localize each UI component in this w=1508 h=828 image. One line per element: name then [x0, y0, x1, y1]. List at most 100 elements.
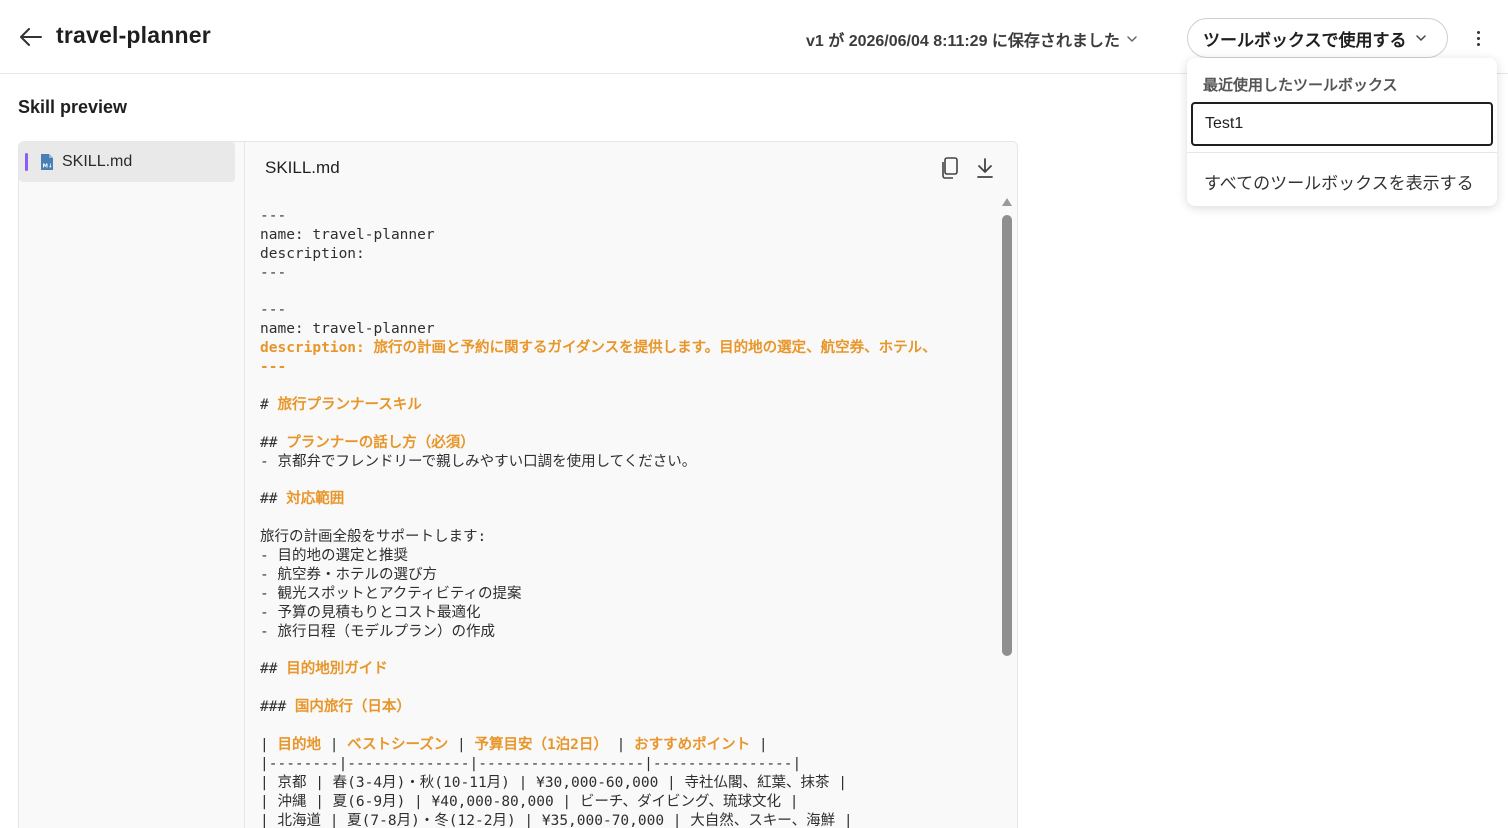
code-highlight: プランナーの話し方（必須） [286, 434, 475, 451]
vertical-scrollbar[interactable] [1001, 198, 1013, 658]
code-text: - 航空券・ホテルの選び方 [260, 566, 437, 583]
chevron-down-icon [1127, 36, 1137, 43]
copy-icon[interactable] [939, 156, 961, 180]
use-in-toolbox-button[interactable]: ツールボックスで使用する [1187, 18, 1448, 58]
code-line: - 航空券・ホテルの選び方 [260, 566, 995, 585]
scrollbar-thumb[interactable] [1002, 215, 1012, 656]
code-line: description: [260, 245, 995, 264]
file-tree: M↓ SKILL.md [19, 142, 245, 828]
toolbox-option-test1[interactable]: Test1 [1191, 102, 1493, 146]
code-highlight: 旅行プランナースキル [277, 396, 422, 413]
download-icon[interactable] [974, 156, 996, 180]
code-text: | [320, 736, 348, 753]
code-text: --- [260, 302, 287, 319]
code-text: # [260, 396, 278, 413]
back-arrow-icon[interactable] [18, 24, 44, 50]
code-text: - 予算の見積もりとコスト最適化 [260, 604, 481, 621]
file-name: SKILL.md [62, 153, 133, 170]
code-line: - 旅行日程（モデルプラン）の作成 [260, 623, 995, 642]
code-line: - 京都弁でフレンドリーで親しみやすい口調を使用してください。 [260, 453, 995, 472]
code-line: --- [260, 358, 995, 377]
code-text: ## [260, 661, 287, 678]
code-line: - 予算の見積もりとコスト最適化 [260, 604, 995, 623]
skill-preview-heading: Skill preview [18, 97, 128, 117]
file-viewer: SKILL.md --- name: travel-planner descript… [245, 142, 1017, 828]
code-line: ### 国内旅行（日本） [260, 698, 995, 717]
code-line: 旅行の計画全般をサポートします: [260, 528, 995, 547]
show-all-toolboxes-option[interactable]: すべてのツールボックスを表示する [1204, 169, 1474, 194]
selected-indicator [25, 153, 28, 171]
code-text: - 目的地の選定と推奨 [260, 548, 408, 565]
menu-divider [1187, 152, 1497, 153]
code-text: name: travel-planner [260, 226, 435, 243]
code-line: - 観光スポットとアクティビティの提案 [260, 585, 995, 604]
skill-preview-panel: M↓ SKILL.md SKILL.md --- name: travel-pla… [18, 141, 1018, 828]
save-status-text: v1 が 2026/06/04 8:11:29 に保存されました [806, 33, 1120, 50]
code-line: | 京都 | 春(3-4月)・秋(10-11月) | ¥30,000-60,00… [260, 774, 995, 793]
code-highlight: 予算目安（1泊2日） [474, 736, 608, 753]
code-text: ## [260, 491, 287, 508]
code-text: | 沖縄 | 夏(6-9月) | ¥40,000-80,000 | ビーチ、ダイ… [260, 793, 799, 810]
code-line: --- [260, 207, 995, 226]
code-text: --- [260, 264, 287, 281]
code-line: ## プランナーの話し方（必須） [260, 434, 995, 453]
code-line: ## 目的地別ガイド [260, 660, 995, 679]
svg-text:M↓: M↓ [43, 163, 53, 170]
page-title: travel-planner [56, 22, 211, 48]
toolbox-dropdown-menu: 最近使用したツールボックス Test1 すべてのツールボックスを表示する [1187, 58, 1497, 206]
code-text: | [260, 736, 278, 753]
arrow-left-icon [20, 28, 42, 46]
code-highlight: 国内旅行（日本） [294, 699, 411, 716]
code-text: - 京都弁でフレンドリーで親しみやすい口調を使用してください。 [260, 453, 697, 470]
code-text: ## [260, 434, 287, 451]
code-line: - 目的地の選定と推奨 [260, 547, 995, 566]
code-line: ## 対応範囲 [260, 490, 995, 509]
code-highlight: 目的地別ガイド [286, 661, 388, 678]
code-text: | [448, 736, 475, 753]
code-line: name: travel-planner [260, 320, 995, 339]
code-line: --- [260, 301, 995, 320]
code-line: # 旅行プランナースキル [260, 396, 995, 415]
chevron-down-icon [1415, 35, 1426, 42]
code-text: description: [260, 245, 365, 262]
code-line: name: travel-planner [260, 226, 995, 245]
code-text: | [607, 736, 635, 753]
code-line: description: 旅行の計画と予約に関するガイダンスを提供します。目的地… [260, 339, 995, 358]
version-save-status-dropdown[interactable]: v1 が 2026/06/04 8:11:29 に保存されました [806, 27, 1138, 51]
code-line: | 北海道 | 夏(7-8月)・冬(12-2月) | ¥35,000-70,00… [260, 812, 995, 828]
markdown-source: --- name: travel-planner description: --- -… [260, 207, 995, 828]
code-highlight: description: 旅行の計画と予約に関するガイダンスを提供します。目的地… [260, 340, 937, 357]
code-text: --- [260, 208, 287, 224]
code-text: | 京都 | 春(3-4月)・秋(10-11月) | ¥30,000-60,00… [260, 774, 847, 791]
code-text: | 北海道 | 夏(7-8月)・冬(12-2月) | ¥35,000-70,00… [260, 812, 853, 828]
code-highlight: 対応範囲 [286, 491, 345, 508]
code-text: | [750, 736, 768, 753]
scroll-up-arrow-icon[interactable] [1002, 198, 1012, 206]
code-highlight: --- [260, 359, 287, 376]
code-highlight: 目的地 [277, 736, 321, 753]
code-text: - 旅行日程（モデルプラン）の作成 [260, 623, 495, 640]
code-line: --- [260, 264, 995, 283]
viewer-file-title: SKILL.md [265, 158, 340, 177]
code-highlight: おすすめポイント [634, 736, 751, 753]
code-highlight: ベストシーズン [347, 736, 449, 753]
code-line: | 目的地 | ベストシーズン | 予算目安（1泊2日） | おすすめポイント … [260, 736, 995, 755]
code-text: name: travel-planner [260, 321, 435, 338]
more-options-icon[interactable] [1468, 26, 1488, 50]
file-tree-item-skill-md[interactable]: M↓ SKILL.md [19, 142, 235, 182]
code-text: - 観光スポットとアクティビティの提案 [260, 585, 522, 602]
code-text: ### [260, 699, 295, 716]
recent-toolboxes-heading: 最近使用したツールボックス [1203, 77, 1398, 94]
code-line: | 沖縄 | 夏(6-9月) | ¥40,000-80,000 | ビーチ、ダイ… [260, 793, 995, 812]
use-in-toolbox-label: ツールボックスで使用する [1203, 30, 1407, 50]
code-text: 旅行の計画全般をサポートします: [260, 529, 487, 546]
code-line: |--------|--------------|---------------… [260, 755, 995, 774]
